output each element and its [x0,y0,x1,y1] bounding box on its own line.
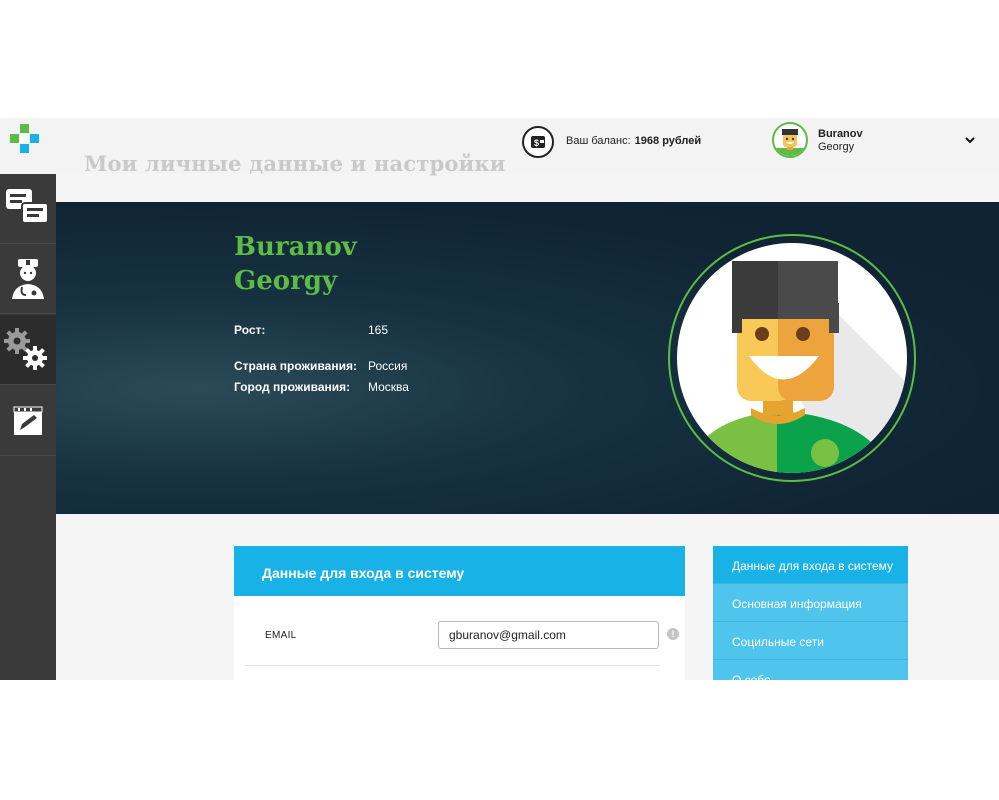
email-field[interactable] [438,621,659,649]
profile-name: Buranov Georgy [234,230,357,298]
balance: Ваш баланс: 1968 рублей [566,135,701,147]
svg-text:$: $ [534,138,539,148]
city-row: Город проживания: Москва [234,380,409,394]
gears-icon [4,327,47,370]
country-label: Страна проживания: [234,359,357,373]
balance-label: Ваш баланс: [566,135,631,147]
sidebar-item-messages[interactable] [0,174,56,244]
edit-calendar-icon [13,406,43,435]
menu-item-social[interactable]: Социльные сети [713,622,908,660]
avatar-illustration [697,261,907,473]
wallet-icon[interactable]: $ [522,126,554,158]
top-bar: $ Ваш баланс:1968 рублей Buranov Georgy [0,118,999,176]
menu-item-login-data[interactable]: Данные для входа в систему [713,546,908,584]
login-card-body: EMAIL ! [234,596,685,680]
profile-hero: Buranov Georgy Рост: 165 Страна проживани… [56,202,999,514]
doctor-icon [12,258,44,299]
profile-last-name: Georgy [234,266,338,296]
page-title: Мои личные данные и настройки [84,151,506,176]
profile-first-name: Buranov [234,232,357,262]
height-value: 165 [368,323,389,337]
city-label: Город проживания: [234,380,351,394]
email-label: EMAIL [265,630,297,641]
login-card-title: Данные для входа в систему [234,546,685,596]
balance-value: 1968 рублей [634,135,702,147]
user-last-name: Georgy [818,141,855,153]
country-row: Страна проживания: Россия [234,359,407,373]
settings-menu: Данные для входа в систему Основная инфо… [713,546,908,680]
chat-icon [6,188,49,224]
city-value: Москва [368,380,409,394]
chevron-down-icon[interactable] [962,132,978,148]
user-first-name: Buranov [818,128,863,140]
menu-item-basic-info[interactable]: Основная информация [713,584,908,622]
user-name[interactable]: Buranov Georgy [818,128,863,154]
info-icon[interactable]: ! [667,628,679,640]
logo-icon[interactable] [8,122,44,158]
sidebar-item-doctors[interactable] [0,244,56,314]
menu-item-about[interactable]: О себе [713,660,908,680]
user-avatar[interactable] [772,122,808,158]
sidebar-item-settings[interactable] [0,315,56,385]
height-row: Рост: 165 [234,323,388,337]
app-screen: $ Ваш баланс:1968 рублей Buranov Georgy [0,118,999,680]
height-label: Рост: [234,323,266,337]
sidebar [0,174,56,680]
country-value: Россия [368,359,408,373]
divider [246,665,660,666]
profile-avatar[interactable] [668,234,916,482]
sidebar-item-calendar[interactable] [0,386,56,456]
